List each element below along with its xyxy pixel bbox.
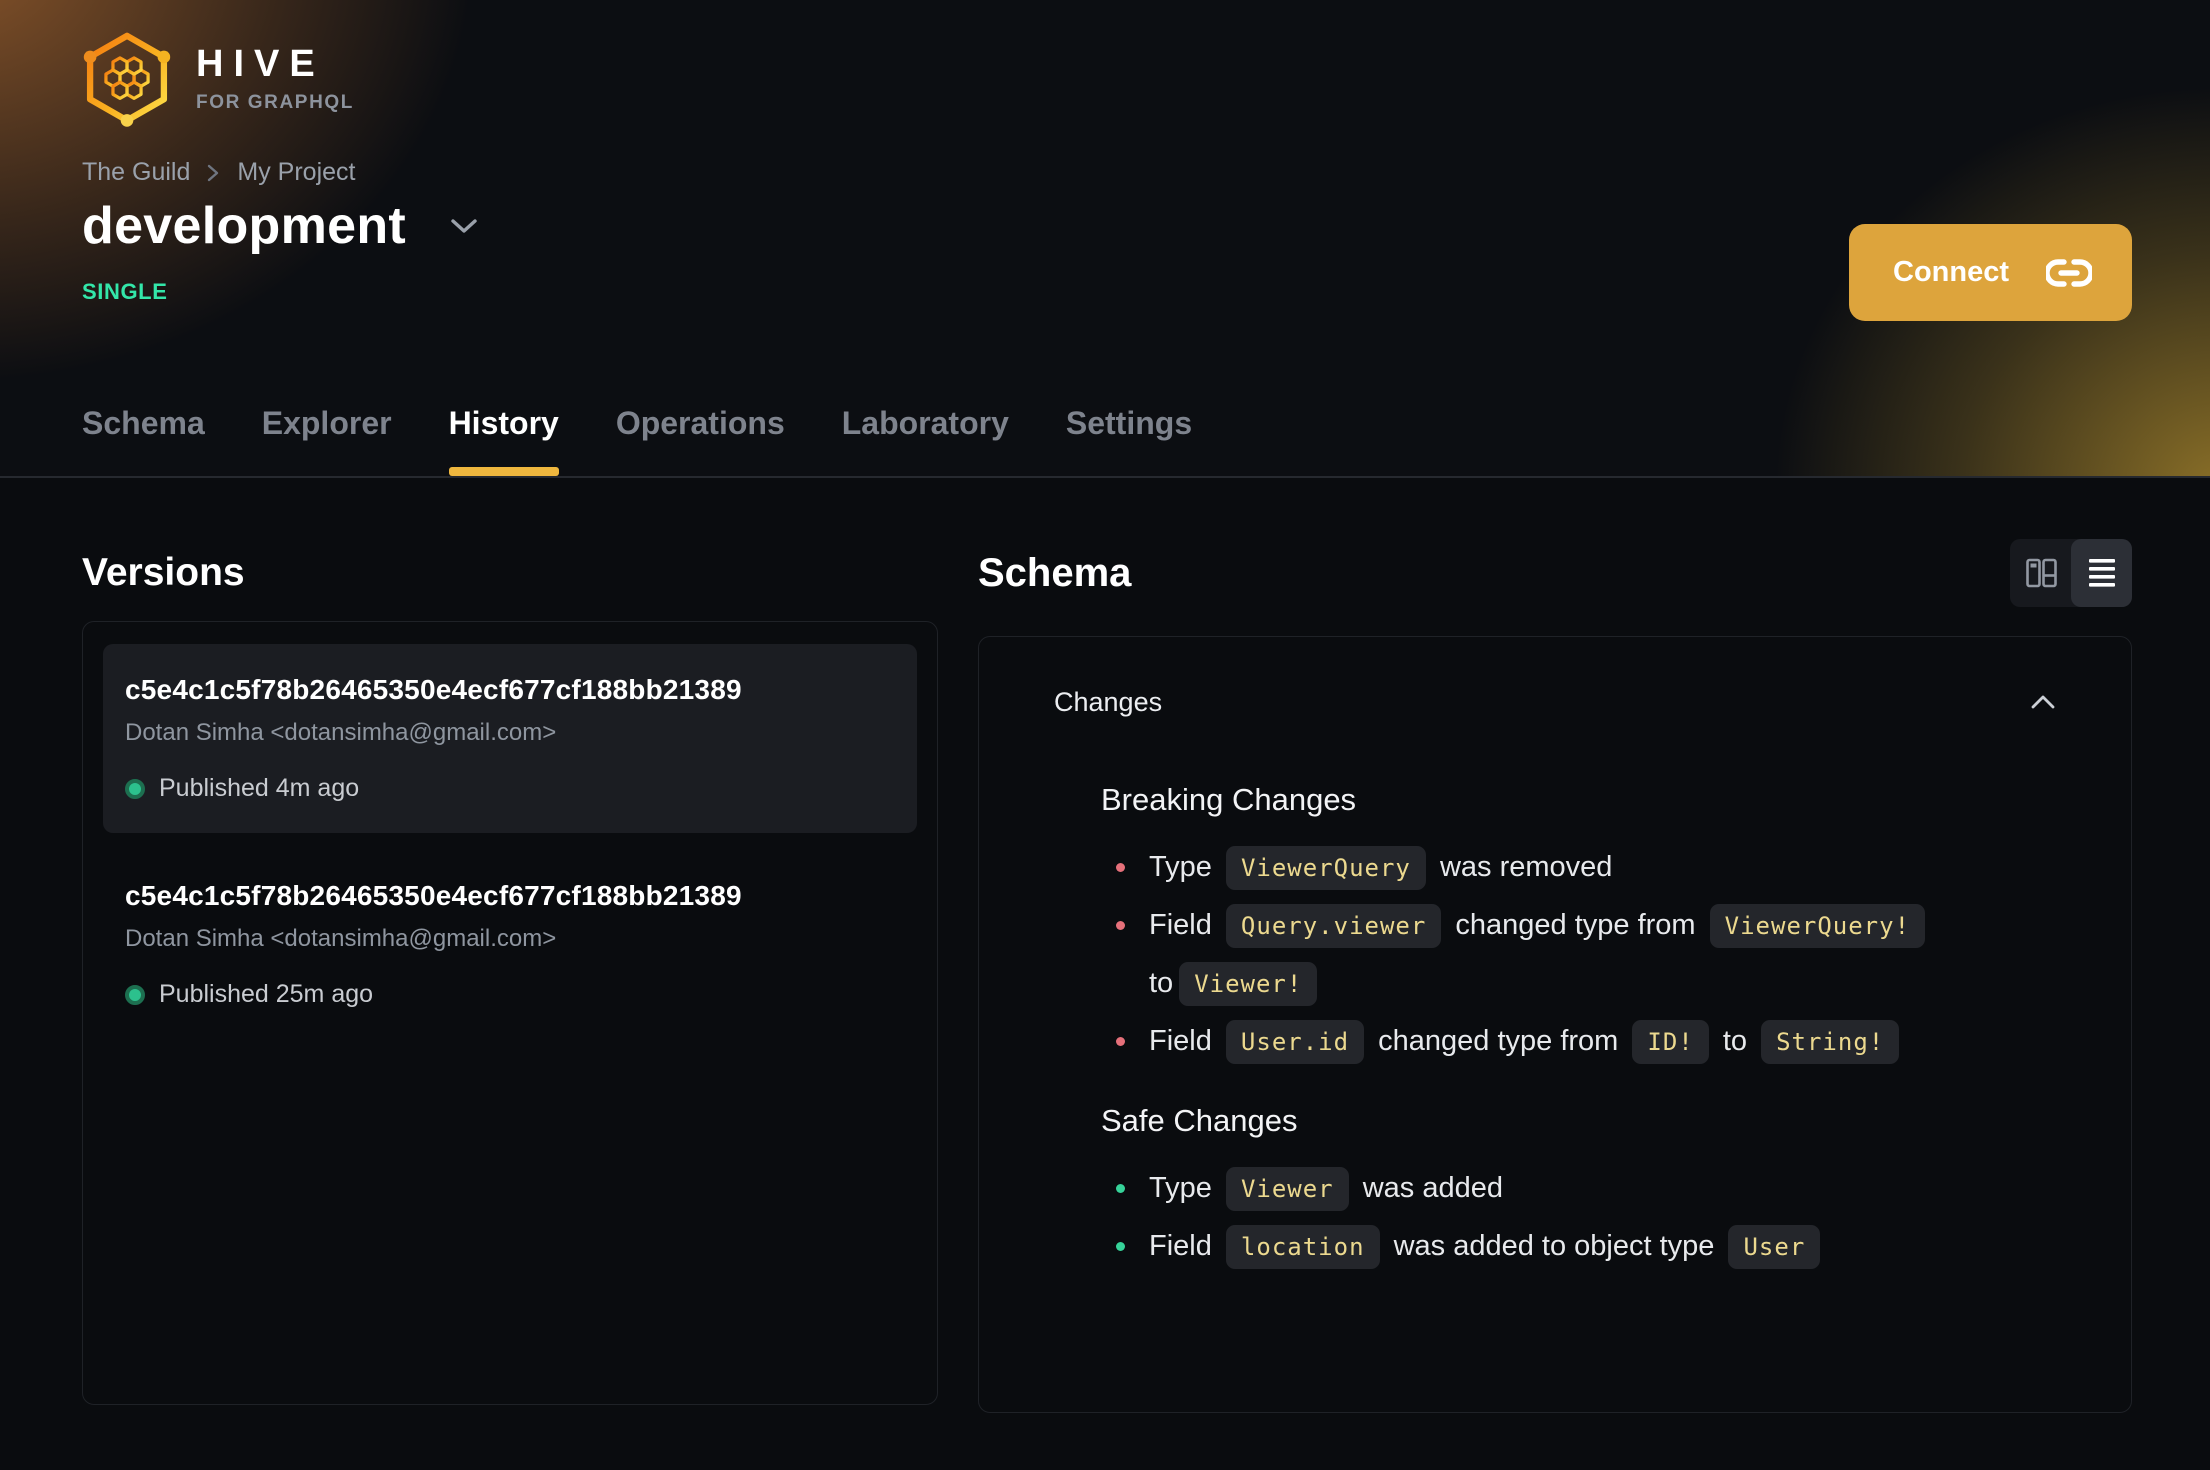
hive-app: HIVE FOR GRAPHQL The Guild My Project de… <box>0 0 2210 1470</box>
change-item: Field User.id changed type from ID! to S… <box>1101 1013 1986 1071</box>
hive-logo[interactable]: HIVE FOR GRAPHQL <box>82 30 354 128</box>
change-text: was added <box>1362 1172 1503 1204</box>
connect-button[interactable]: Connect <box>1849 224 2132 321</box>
chevron-down-icon <box>451 218 477 233</box>
columns-icon <box>2025 558 2057 588</box>
list-view-button[interactable] <box>2071 539 2132 607</box>
change-item: Field location was added to object type … <box>1101 1218 1986 1276</box>
tab-history[interactable]: History <box>448 405 560 476</box>
page-title: development <box>82 197 407 255</box>
change-text: to <box>1149 967 1174 999</box>
tab-settings[interactable]: Settings <box>1066 405 1192 476</box>
version-item[interactable]: c5e4c1c5f78b26465350e4ecf677cf188bb21389… <box>103 850 917 1039</box>
breaking-changes-section: Breaking Changes Type ViewerQuery was re… <box>1101 782 2056 1071</box>
breadcrumb: The Guild My Project <box>82 158 355 187</box>
change-code: ViewerQuery <box>1225 846 1426 890</box>
view-toggle <box>2010 539 2132 607</box>
version-hash: c5e4c1c5f78b26465350e4ecf677cf188bb21389 <box>125 674 742 705</box>
safe-changes-title: Safe Changes <box>1101 1103 1298 1138</box>
change-text: to <box>1722 1025 1748 1057</box>
change-text: Field <box>1149 1025 1212 1057</box>
target-title-row: development <box>82 196 478 256</box>
tab-schema[interactable]: Schema <box>82 405 205 476</box>
target-selector-button[interactable] <box>450 218 478 235</box>
tab-laboratory[interactable]: Laboratory <box>842 405 1009 476</box>
tab-explorer[interactable]: Explorer <box>262 405 392 476</box>
changes-label: Changes <box>1054 687 1163 717</box>
version-status: Published 25m ago <box>159 980 374 1008</box>
changes-panel: Changes Breaking Changes Type ViewerQuer… <box>978 636 2132 1413</box>
change-text: Type <box>1149 1172 1212 1204</box>
change-code: User <box>1728 1225 1821 1269</box>
breadcrumb-chevron-icon <box>208 164 219 181</box>
change-code: location <box>1225 1225 1380 1269</box>
change-code: Viewer <box>1225 1167 1349 1211</box>
version-status: Published 4m ago <box>159 774 360 802</box>
breaking-changes-title: Breaking Changes <box>1101 782 1357 817</box>
main-content: Versions c5e4c1c5f78b26465350e4ecf677cf1… <box>0 478 2210 1413</box>
version-author: Dotan Simha <dotansimha@gmail.com> <box>125 719 557 746</box>
change-code: ID! <box>1632 1020 1709 1064</box>
connect-label: Connect <box>1893 256 2009 288</box>
target-mode-badge: SINGLE <box>82 279 168 304</box>
diff-view-button[interactable] <box>2010 539 2071 607</box>
change-text: Type <box>1149 851 1212 883</box>
logo-subtitle: FOR GRAPHQL <box>196 91 354 113</box>
change-text: was removed <box>1439 851 1613 883</box>
link-icon <box>2046 258 2092 287</box>
version-hash: c5e4c1c5f78b26465350e4ecf677cf188bb21389 <box>125 880 742 911</box>
collapse-changes-button[interactable] <box>2030 693 2056 713</box>
chevron-up-icon <box>2031 695 2055 708</box>
change-text: was added to object type <box>1393 1230 1715 1262</box>
change-code: ViewerQuery! <box>1709 904 1926 948</box>
versions-section: Versions c5e4c1c5f78b26465350e4ecf677cf1… <box>82 538 938 1413</box>
change-text: changed type from <box>1455 909 1696 941</box>
tab-bar: Schema Explorer History Operations Labor… <box>82 405 1192 476</box>
change-text: changed type from <box>1378 1025 1619 1057</box>
change-text: Field <box>1149 1230 1212 1262</box>
schema-heading: Schema <box>978 550 1132 595</box>
change-text: Field <box>1149 909 1212 941</box>
change-item: Type Viewer was added <box>1101 1160 1986 1218</box>
safe-changes-section: Safe Changes Type Viewer was added Field… <box>1101 1103 2056 1276</box>
breadcrumb-org-link[interactable]: The Guild <box>82 158 190 187</box>
tab-operations[interactable]: Operations <box>616 405 785 476</box>
breadcrumb-project-link[interactable]: My Project <box>237 158 355 187</box>
versions-list: c5e4c1c5f78b26465350e4ecf677cf188bb21389… <box>82 621 938 1405</box>
change-code: Viewer! <box>1179 962 1318 1006</box>
schema-section: Schema Changes Breaking Changes Type Vie… <box>978 538 2132 1413</box>
change-item: Field Query.viewer changed type from Vie… <box>1101 897 1986 1013</box>
published-dot <box>125 984 145 1005</box>
hive-hexagon-icon <box>83 32 171 127</box>
version-item-selected[interactable]: c5e4c1c5f78b26465350e4ecf677cf188bb21389… <box>103 644 917 833</box>
change-code: String! <box>1761 1020 1900 1064</box>
change-code: User.id <box>1225 1020 1365 1064</box>
published-dot <box>125 778 145 799</box>
logo-title: HIVE <box>196 42 325 85</box>
list-lines-icon <box>2088 559 2115 587</box>
app-header: HIVE FOR GRAPHQL The Guild My Project de… <box>0 0 2210 478</box>
version-author: Dotan Simha <dotansimha@gmail.com> <box>125 925 557 952</box>
change-item: Type ViewerQuery was removed <box>1101 839 1986 897</box>
change-code: Query.viewer <box>1225 904 1442 948</box>
versions-heading: Versions <box>82 551 245 594</box>
